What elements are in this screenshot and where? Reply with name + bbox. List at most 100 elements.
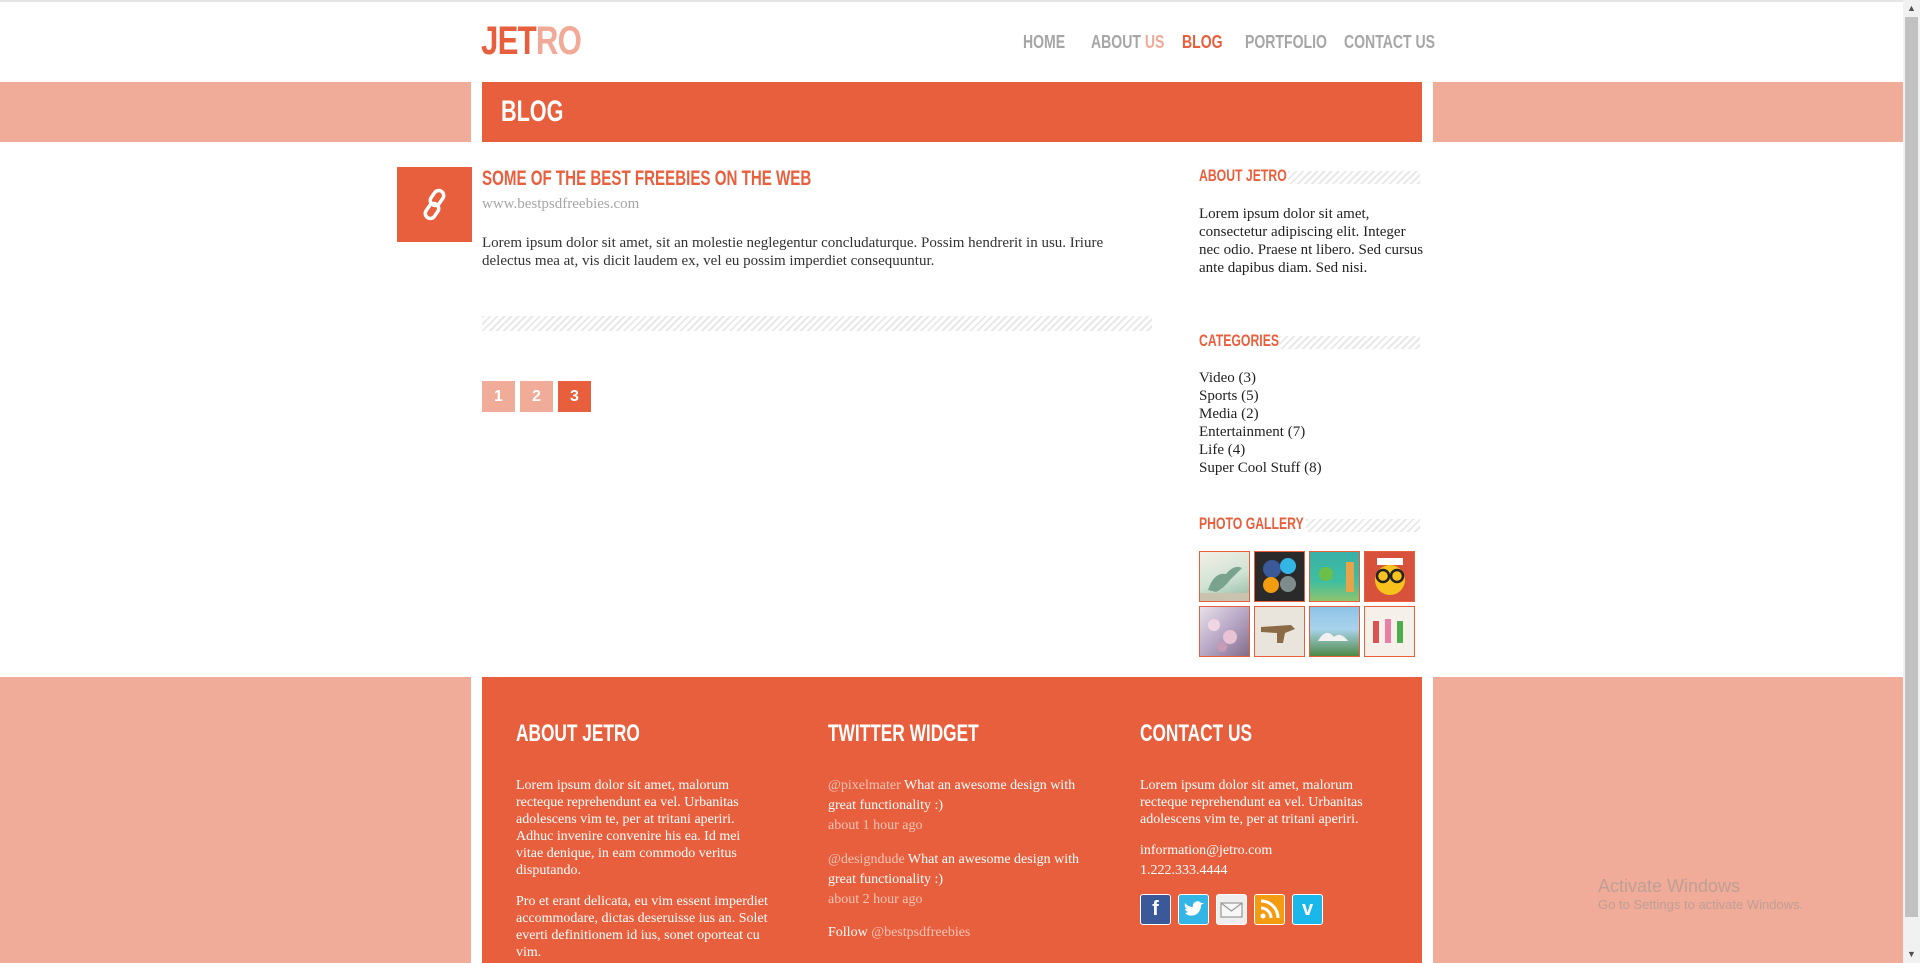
email-icon[interactable] [1216,894,1247,925]
category-item[interactable]: Video (3) [1199,369,1322,387]
heading-hatch [1288,171,1420,184]
category-name: Entertainment [1199,424,1284,440]
heading-hatch [1306,519,1420,532]
main-nav: HOME ABOUT US BLOG PORTFOLIO CONTACT US [1023,30,1435,54]
nav-about-us[interactable]: ABOUT US [1091,30,1164,54]
sidebar-about-heading: ABOUT JETRO [1199,165,1420,187]
nav-contact-us[interactable]: CONTACT US [1344,30,1435,54]
banner-gap-right [1422,82,1433,142]
page-1-button[interactable]: 1 [482,381,515,412]
figures-image [1373,619,1403,643]
gun-image [1261,625,1295,643]
post-link[interactable]: www.bestpsdfreebies.com [482,196,639,213]
follow-label: Follow [828,925,868,940]
tweet: @designdude What an awesome design with … [828,850,1088,910]
figures-thumb[interactable] [1364,606,1415,657]
rss-icon[interactable] [1254,894,1285,925]
footer-gap-right [1422,677,1433,963]
glasses-character-thumb[interactable] [1364,551,1415,602]
scrollbar-thumb[interactable] [1905,17,1918,917]
category-name: Super Cool Stuff [1199,460,1301,476]
footer-about-title: ABOUT JETRO [516,720,640,747]
tweet-user[interactable]: @designdude [828,852,905,867]
sidebar-about-title: ABOUT JETRO [1199,165,1287,187]
watermark-subtitle: Go to Settings to activate Windows. [1598,897,1804,912]
windows-activation-watermark: Activate Windows Go to Settings to activ… [1598,875,1803,913]
page-3-button[interactable]: 3 [558,381,591,412]
page-banner: BLOG [482,82,1422,142]
twitter-bird-shape [1184,901,1204,916]
sidebar-gallery-heading: PHOTO GALLERY [1199,513,1420,535]
tweet-user[interactable]: @pixelmater [828,778,901,793]
cartoon-thumb[interactable] [1309,551,1360,602]
nav-portfolio[interactable]: PORTFOLIO [1245,30,1327,54]
follow-line: Follow @bestpsdfreebies [828,923,1088,943]
vimeo-icon[interactable]: v [1292,894,1323,925]
site-logo[interactable]: JETRO [481,19,582,63]
vertical-scrollbar[interactable]: ▲ ▼ [1903,0,1920,963]
gun-thumb[interactable] [1254,606,1305,657]
page-title: BLOG [501,95,564,128]
sidebar-categories-title: CATEGORIES [1199,330,1280,352]
scroll-down-arrow-icon[interactable]: ▼ [1903,946,1920,963]
category-item[interactable]: Life (4) [1199,441,1322,459]
dinosaur-image [1200,566,1249,601]
post-format-badge[interactable] [397,167,472,242]
watermark-title: Activate Windows [1598,876,1741,896]
dinosaur-thumb[interactable] [1199,551,1250,602]
sidebar-about-text: Lorem ipsum dolor sit amet, consectetur … [1199,206,1424,276]
link-icon [423,188,446,221]
logo-text-light: RO [535,19,582,63]
category-list: Video (3) Sports (5) Media (2) Entertain… [1199,369,1322,477]
nav-about-label: ABOUT [1091,32,1141,52]
category-item[interactable]: Super Cool Stuff (8) [1199,459,1322,477]
footer-about-p1: Lorem ipsum dolor sit amet, malorum rect… [516,778,741,878]
footer-gap-left [471,677,482,963]
category-name: Sports [1199,388,1238,404]
facebook-icon[interactable]: f [1140,894,1171,925]
category-count: (7) [1287,424,1306,440]
category-count: (4) [1227,442,1246,458]
category-item[interactable]: Sports (5) [1199,387,1322,405]
rss-shape [1260,899,1280,919]
category-count: (8) [1304,460,1322,476]
landscape-thumb[interactable] [1309,606,1360,657]
social-icons-thumb[interactable] [1254,551,1305,602]
contact-email[interactable]: information@jetro.com [1140,842,1395,859]
category-count: (5) [1241,388,1259,404]
sidebar-gallery-title: PHOTO GALLERY [1199,513,1304,535]
scroll-up-arrow-icon[interactable]: ▲ [1903,0,1920,17]
follow-user-link[interactable]: @bestpsdfreebies [871,925,970,940]
nav-home[interactable]: HOME [1023,30,1065,54]
tweet-time: about 1 hour ago [828,818,923,833]
footer-contact-text: Lorem ipsum dolor sit amet, malorum rect… [1140,778,1363,827]
nav-about-accent: US [1144,32,1165,52]
top-border [0,0,1903,2]
photo-gallery [1199,551,1424,661]
social-icons-image [1263,558,1296,593]
footer-about-p2: Pro et erant delicata, eu vim essent imp… [516,894,768,960]
contact-phone: 1.222.333.4444 [1140,863,1228,878]
footer-contact-title: CONTACT US [1140,720,1252,747]
heading-hatch [1279,336,1420,349]
flowers-image [1208,619,1237,652]
post-excerpt: Lorem ipsum dolor sit amet, sit an moles… [482,235,1104,269]
page-2-button[interactable]: 2 [520,381,553,412]
logo-text-dark: JET [481,19,537,63]
glasses-character-image [1375,558,1405,595]
flowers-thumb[interactable] [1199,606,1250,657]
category-name: Video [1199,370,1235,386]
banner-gap-left [471,82,482,142]
twitter-icon[interactable] [1178,894,1209,925]
nav-blog[interactable]: BLOG [1182,30,1223,54]
post-title[interactable]: SOME OF THE BEST FREEBIES ON THE WEB [482,166,811,192]
category-item[interactable]: Media (2) [1199,405,1322,423]
category-count: (2) [1241,406,1259,422]
category-name: Life [1199,442,1224,458]
envelope-shape [1220,902,1243,918]
tweet: @pixelmater What an awesome design with … [828,776,1088,836]
category-name: Media [1199,406,1238,422]
category-item[interactable]: Entertainment (7) [1199,423,1322,441]
footer-twitter-title: TWITTER WIDGET [828,720,979,747]
site-footer: ABOUT JETRO Lorem ipsum dolor sit amet, … [482,677,1422,963]
